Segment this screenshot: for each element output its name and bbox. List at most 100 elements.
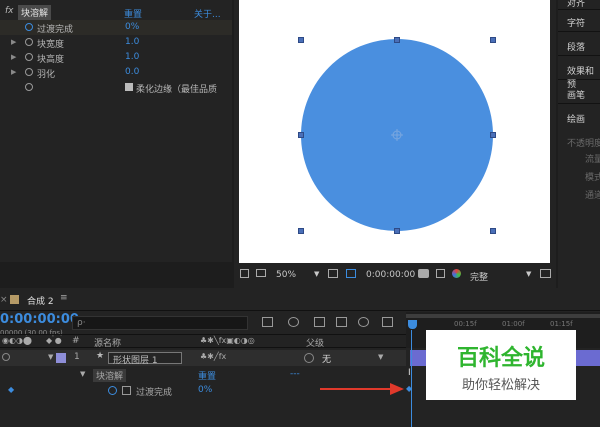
chevron-down-icon[interactable]: ▼ — [526, 270, 531, 278]
effect-name[interactable]: 块溶解 — [93, 369, 127, 382]
zoom-select[interactable]: 50% — [276, 270, 296, 280]
playhead-head[interactable] — [408, 320, 417, 329]
stopwatch-icon[interactable] — [25, 53, 33, 61]
chevron-down-icon[interactable]: ▼ — [378, 353, 383, 361]
layer-column-headers: ◉◐◑⬤ ◆ ● # 源名称 ♣✱╲fx▣◐◑◎ 父级 — [0, 334, 406, 349]
red-arrow-icon — [320, 383, 404, 395]
property-row-transition[interactable]: 过渡完成 0% — [0, 20, 232, 35]
always-preview-icon[interactable] — [240, 269, 249, 278]
comp-mini-flowchart-icon[interactable] — [262, 317, 273, 327]
property-row-feather[interactable]: ▶ 羽化 0.0 — [0, 65, 232, 80]
timeline-timecode[interactable]: 0:00:00:00 — [0, 312, 79, 327]
property-value[interactable]: 1.0 — [125, 52, 139, 62]
panel-align[interactable]: 对齐 — [558, 0, 600, 10]
watermark-title: 百科全说 — [456, 346, 545, 371]
graph-icon[interactable] — [122, 386, 131, 395]
paint-mode-label: 模式 — [585, 173, 600, 183]
shy-layers-icon[interactable] — [314, 317, 325, 327]
parent-pickwhip-icon[interactable] — [304, 353, 314, 363]
playhead-line[interactable] — [411, 330, 412, 427]
panel-brushes[interactable]: 画笔 — [558, 84, 600, 104]
effect-dots: --- — [290, 369, 300, 379]
property-value[interactable]: 1.0 — [125, 37, 139, 47]
stopwatch-icon[interactable] — [108, 386, 117, 395]
paint-channel-label: 通道 — [585, 191, 600, 201]
paint-flow-label: 流量 — [585, 155, 600, 165]
parent-header[interactable]: 父级 — [306, 336, 324, 349]
paint-opacity-label: 不透明度 — [567, 139, 600, 149]
layer-name-field[interactable]: 形状图层 1 — [108, 352, 182, 366]
property-value[interactable]: 0% — [198, 385, 212, 395]
soften-checkbox[interactable] — [125, 83, 133, 91]
panel-menu-icon[interactable]: ≡ — [60, 293, 68, 303]
twirl-arrow-icon[interactable]: ▶ — [11, 53, 16, 61]
stopwatch-icon[interactable] — [25, 68, 33, 76]
bounding-handle-mr[interactable] — [490, 132, 496, 138]
work-area-bar[interactable] — [406, 314, 600, 318]
panel-paragraph[interactable]: 段落 — [558, 36, 600, 56]
about-link[interactable]: 关于... — [194, 7, 221, 20]
twirl-arrow-icon[interactable]: ▶ — [11, 38, 16, 46]
ruler-mark: 00:15f — [454, 320, 477, 328]
stopwatch-icon[interactable] — [25, 38, 33, 46]
reset-link[interactable]: 重置 — [124, 7, 142, 20]
frame-blending-icon[interactable] — [336, 317, 347, 327]
comp-canvas[interactable] — [239, 0, 550, 263]
layer-number: 1 — [74, 352, 80, 362]
show-snapshot-icon[interactable] — [436, 269, 445, 278]
fast-preview-icon[interactable] — [540, 269, 551, 278]
draft-3d-icon[interactable] — [288, 317, 299, 327]
panel-character[interactable]: 字符 — [558, 12, 600, 32]
transparency-grid-icon[interactable] — [346, 269, 356, 278]
property-label: 过渡完成 — [136, 388, 173, 398]
bounding-handle-tl[interactable] — [298, 37, 304, 43]
soften-edges-label: 柔化边缘（最佳品质 — [136, 85, 218, 95]
effect-reset-link[interactable]: 重置 — [198, 369, 216, 382]
panel-paint[interactable]: 绘画 — [558, 108, 600, 128]
layer-switches-icons[interactable]: ♣✱╱fx — [200, 352, 226, 361]
comp-color-icon — [10, 295, 19, 304]
bounding-handle-bl[interactable] — [298, 228, 304, 234]
twirl-down-icon[interactable]: ▼ — [80, 370, 85, 378]
color-channel-icon[interactable] — [452, 269, 461, 278]
bounding-handle-br[interactable] — [490, 228, 496, 234]
bounding-handle-tr[interactable] — [490, 37, 496, 43]
chevron-down-icon[interactable]: ▼ — [314, 270, 319, 278]
close-icon[interactable]: × — [0, 295, 8, 305]
layer-search-input[interactable]: ρ· — [72, 316, 248, 330]
panel-effects-presets[interactable]: 效果和预 — [558, 60, 600, 90]
keyframe-nav-icon[interactable]: ◆ — [8, 385, 14, 394]
stopwatch-icon[interactable] — [25, 23, 33, 31]
property-row-soften[interactable]: 柔化边缘（最佳品质 — [0, 80, 232, 95]
property-value[interactable]: 0.0 — [125, 67, 139, 77]
property-row-block-height[interactable]: ▶ 块高度 1.0 — [0, 50, 232, 65]
layer-row[interactable]: ▼ 1 ★ 形状图层 1 ♣✱╱fx 无 ▼ — [0, 350, 406, 366]
monitor-icon[interactable] — [256, 269, 266, 277]
parent-select[interactable]: 无 — [322, 352, 331, 365]
effect-row[interactable]: ▼ 块溶解 重置 --- — [0, 368, 406, 383]
property-value[interactable]: 0% — [125, 22, 139, 32]
bounding-handle-bm[interactable] — [394, 228, 400, 234]
effect-name[interactable]: 块溶解 — [18, 5, 52, 20]
composition-viewer: 50% ▼ 0:00:00:00 完整 ▼ — [234, 0, 556, 288]
resolution-select[interactable]: 完整 — [470, 270, 488, 283]
fx-icon[interactable]: fx — [5, 6, 14, 16]
region-of-interest-icon[interactable] — [328, 269, 338, 278]
source-name-header[interactable]: 源名称 — [94, 336, 121, 349]
bounding-handle-ml[interactable] — [298, 132, 304, 138]
visibility-eye-icon[interactable] — [2, 353, 10, 361]
bounding-handle-tm[interactable] — [394, 37, 400, 43]
graph-editor-icon[interactable] — [382, 317, 393, 327]
viewer-timecode[interactable]: 0:00:00:00 — [366, 270, 415, 280]
snapshot-camera-icon[interactable] — [418, 269, 429, 278]
right-panel: 对齐 字符 段落 效果和预 画笔 绘画 不透明度 流量 模式 通道 — [558, 0, 600, 288]
chevron-down-icon[interactable]: ▼ — [48, 353, 53, 361]
divider — [0, 310, 600, 311]
stopwatch-icon[interactable] — [25, 83, 33, 91]
label-color-swatch[interactable] — [56, 353, 66, 363]
twirl-arrow-icon[interactable]: ▶ — [11, 68, 16, 76]
switches-header-icons: ♣✱╲fx▣◐◑◎ — [200, 336, 255, 345]
property-row-block-width[interactable]: ▶ 块宽度 1.0 — [0, 35, 232, 50]
comp-tab[interactable]: 合成 2 — [27, 294, 54, 307]
motion-blur-icon[interactable] — [358, 317, 369, 327]
